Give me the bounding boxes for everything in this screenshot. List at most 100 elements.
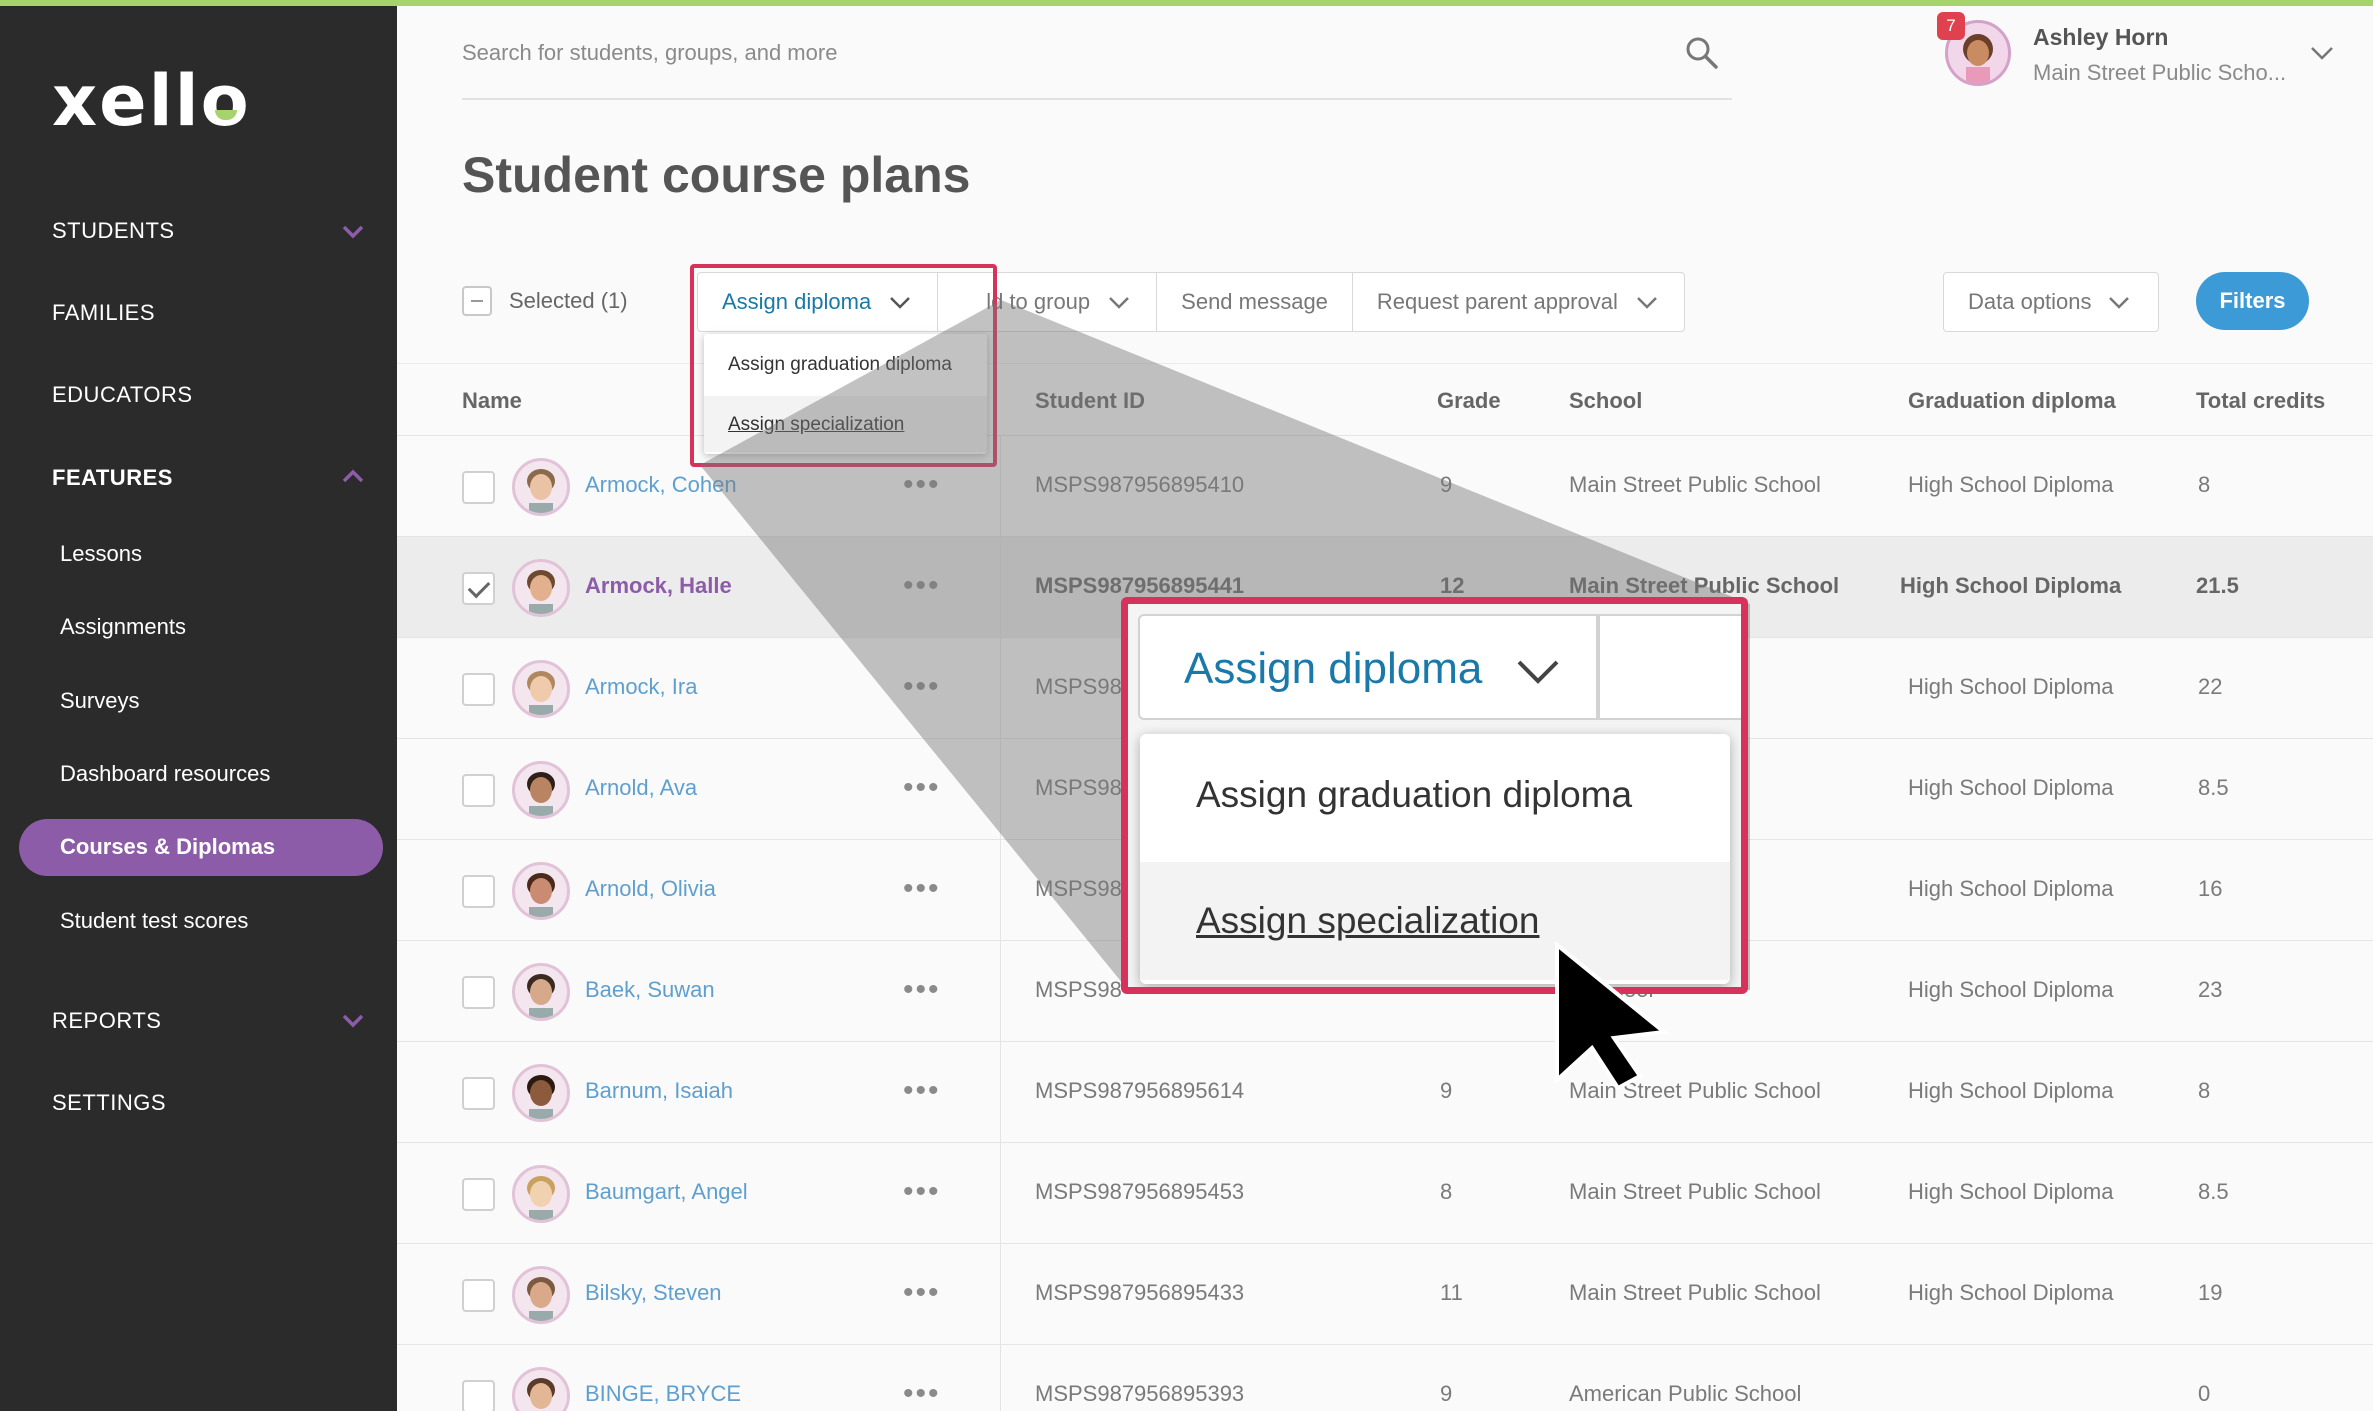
more-actions-icon[interactable]: ••• [903,1175,941,1209]
top-accent-bar [0,0,2373,6]
send-message-button[interactable]: Send message [1156,273,1352,331]
row-checkbox[interactable] [462,875,495,908]
student-name-link[interactable]: Baumgart, Angel [585,1179,748,1205]
student-name-link[interactable]: Bilsky, Steven [585,1280,722,1306]
student-name-link[interactable]: Arnold, Ava [585,775,697,801]
student-id-cell: MSPS98 [1035,674,1122,699]
row-checkbox[interactable] [462,1279,495,1312]
total-credits-cell: 8 [2198,1078,2211,1103]
column-header-total-credits[interactable]: Total credits [2196,388,2325,414]
sidebar-item-dashboard-resources[interactable]: Dashboard resources [60,761,270,787]
nav-students[interactable]: STUDENTS [52,218,175,244]
row-checkbox[interactable] [462,1077,495,1110]
school-cell: Main Street Public School [1569,472,1821,497]
row-checkbox[interactable] [462,976,495,1009]
chevron-down-icon [1517,660,1559,684]
table-row[interactable]: Barnum, Isaiah ••• MSPS987956895614 9 Main S… [397,1041,2373,1143]
more-actions-icon[interactable]: ••• [903,1074,941,1108]
student-name-link[interactable]: Barnum, Isaiah [585,1078,733,1104]
nav-educators[interactable]: EDUCATORS [52,382,193,408]
column-divider [1000,638,1001,739]
chevron-down-icon[interactable] [340,218,366,244]
data-options-label: Data options [1968,289,2092,314]
row-checkbox[interactable] [462,471,495,504]
grade-cell: 9 [1440,1381,1453,1406]
search-input[interactable]: Search for students, groups, and more [462,40,837,66]
nav-reports[interactable]: REPORTS [52,1008,161,1034]
add-to-group-label: ld to group [986,289,1091,314]
sidebar-item-courses-diplomas[interactable]: Courses & Diplomas [19,819,383,876]
school-cell: Main Street Public School [1569,1280,1821,1305]
total-credits-cell: 23 [2198,977,2223,1002]
school-cell: American Public School [1569,1381,1802,1406]
more-actions-icon[interactable]: ••• [903,973,941,1007]
row-checkbox[interactable] [462,572,495,605]
sidebar-item-student-test-scores[interactable]: Student test scores [60,908,248,934]
total-credits-cell: 19 [2198,1280,2223,1305]
row-checkbox[interactable] [462,774,495,807]
total-credits-cell: 8.5 [2198,1179,2229,1204]
student-name-link[interactable]: Armock, Halle [585,573,732,599]
student-name-link[interactable]: Baek, Suwan [585,977,715,1003]
student-name-link[interactable]: Armock, Ira [585,674,697,700]
student-avatar [512,559,570,617]
nav-families[interactable]: FAMILIES [52,300,155,326]
more-actions-icon[interactable]: ••• [903,771,941,805]
chevron-down-icon[interactable] [2307,38,2337,68]
grade-cell: 11 [1440,1280,1463,1305]
table-row[interactable]: Bilsky, Steven ••• MSPS987956895433 11 Main … [397,1243,2373,1345]
menu-item-label: Assign specialization [1196,900,1540,941]
row-checkbox[interactable] [462,1380,495,1411]
row-checkbox[interactable] [462,1178,495,1211]
column-divider [1000,1042,1001,1143]
column-header-school[interactable]: School [1569,388,1642,414]
nav-settings[interactable]: SETTINGS [52,1090,166,1116]
column-header-graduation-diploma[interactable]: Graduation diploma [1908,388,2116,414]
filters-button[interactable]: Filters [2196,272,2309,330]
menu-item-assign-graduation-diploma[interactable]: Assign graduation diploma [1196,774,1632,816]
student-avatar [512,963,570,1021]
chevron-up-icon[interactable] [340,463,366,489]
user-school[interactable]: Main Street Public Scho... [2033,60,2286,86]
student-name-link[interactable]: Arnold, Olivia [585,876,716,902]
student-name-link[interactable]: Armock, Cohen [585,472,737,498]
sidebar-item-assignments[interactable]: Assignments [60,614,186,640]
column-divider [1000,1143,1001,1244]
student-id-cell: MSPS987956895614 [1035,1078,1245,1103]
select-all-checkbox[interactable] [462,286,492,316]
row-checkbox[interactable] [462,673,495,706]
table-row[interactable]: Baumgart, Angel ••• MSPS987956895453 8 Main … [397,1142,2373,1244]
chevron-down-icon[interactable] [340,1007,366,1033]
student-avatar [512,458,570,516]
more-actions-icon[interactable]: ••• [903,468,941,502]
search-icon[interactable] [1685,36,1719,70]
school-cell: Main Street Public School [1569,1179,1821,1204]
graduation-diploma-cell: High School Diploma [1908,674,2114,699]
data-options-button[interactable]: Data options [1943,272,2159,332]
sidebar-item-surveys[interactable]: Surveys [60,688,139,714]
student-id-cell: MSPS987956895441 [1035,573,1245,598]
column-header-student-id[interactable]: Student ID [1035,388,1145,414]
more-actions-icon[interactable]: ••• [903,1276,941,1310]
column-divider [1000,537,1001,638]
notification-badge[interactable]: 7 [1937,12,1965,40]
zoomed-dropdown-callout: Assign diploma Assign graduation diploma… [1121,597,1748,994]
user-name[interactable]: Ashley Horn [2033,24,2168,51]
xello-logo[interactable]: xello [52,60,251,142]
nav-features[interactable]: FEATURES [52,465,173,491]
column-divider [1000,1244,1001,1345]
more-actions-icon[interactable]: ••• [903,1377,941,1411]
assign-diploma-label: Assign diploma [1184,644,1483,693]
request-parent-approval-button[interactable]: Request parent approval [1351,273,1684,331]
more-actions-icon[interactable]: ••• [903,569,941,603]
column-header-name[interactable]: Name [462,388,522,414]
assign-diploma-button-zoomed[interactable]: Assign diploma [1138,614,1598,720]
more-actions-icon[interactable]: ••• [903,872,941,906]
sidebar-item-lessons[interactable]: Lessons [60,541,142,567]
table-row[interactable]: BINGE, BRYCE ••• MSPS987956895393 9 American… [397,1344,2373,1411]
student-id-cell: MSPS987956895433 [1035,1280,1245,1305]
more-actions-icon[interactable]: ••• [903,670,941,704]
student-avatar [512,1064,570,1122]
column-header-grade[interactable]: Grade [1437,388,1501,414]
student-name-link[interactable]: BINGE, BRYCE [585,1381,741,1407]
